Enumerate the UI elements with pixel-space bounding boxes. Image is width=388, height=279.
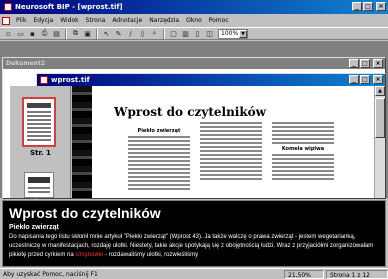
app-title: Neurosoft BIP - [wprost.tif] [15, 3, 123, 11]
page-view[interactable]: Wprost do czytelników Piekło zwierząt Ko… [72, 86, 374, 198]
vertical-scrollbar[interactable]: ▲ [374, 86, 385, 198]
highlighted-word: Ursynowie [75, 252, 104, 258]
menu-adnotacje[interactable]: Adnotacje [111, 17, 143, 24]
document2-maximize-button[interactable]: □ [360, 59, 370, 68]
page-thumbnail-1[interactable] [22, 97, 56, 147]
fit-width-icon[interactable]: ▥ [180, 29, 191, 39]
zoom-region-icon[interactable]: ⌕ [149, 29, 160, 39]
page-heading: Wprost do czytelników [114, 105, 267, 119]
page-column-1: Piekło zwierząt [128, 128, 190, 192]
fit-page-icon[interactable]: ▢ [168, 29, 179, 39]
status-zoom: 21,50% [284, 269, 324, 279]
zoom-value: 100% [221, 29, 239, 37]
menu-edycja[interactable]: Edycja [32, 17, 54, 24]
status-page: Strona 1 z 12 [326, 269, 388, 279]
app-title-bar: Neurosoft BIP - [wprost.tif] _ □ × [0, 0, 388, 14]
highlight-icon[interactable]: ◊ [137, 29, 148, 39]
close-button[interactable]: × [376, 2, 386, 11]
chevron-down-icon[interactable]: ▼ [239, 29, 247, 38]
maximize-button[interactable]: □ [363, 2, 373, 11]
document2-title-bar[interactable]: Dokument2 _ □ × [3, 58, 385, 69]
menu-pomoc[interactable]: Pomoc [208, 17, 230, 24]
page-column-2 [200, 122, 262, 182]
page-thumbnail-2[interactable] [24, 172, 54, 198]
minimize-button[interactable]: _ [352, 2, 362, 11]
column-title: Komela wiplwa [281, 146, 325, 152]
wprost-minimize-button[interactable]: _ [349, 75, 359, 84]
thumbnail-label: Str. 1 [30, 149, 51, 157]
single-page-icon[interactable]: ▯ [192, 29, 203, 39]
paste-icon[interactable]: ▣ [82, 29, 93, 39]
wprost-title: wprost.tif [51, 76, 90, 84]
open-icon[interactable]: ▭ [15, 29, 26, 39]
menu-plik[interactable]: Plik [15, 17, 27, 24]
menu-okno[interactable]: Okno [185, 17, 203, 24]
status-hint: Aby uzyskać Pomoc, naciśnij F1 [3, 270, 98, 278]
document2-minimize-button[interactable]: _ [349, 59, 359, 68]
document-icon [40, 76, 48, 84]
wprost-maximize-button[interactable]: □ [360, 75, 370, 84]
menu-widok[interactable]: Widok [59, 17, 79, 24]
save-icon[interactable]: ▪ [27, 29, 38, 39]
text-body: Do napisania tego listu skłonił mnie art… [9, 233, 379, 260]
thumbnail-panel: Str. 1 [10, 86, 71, 198]
document-menu-icon[interactable] [2, 16, 10, 25]
wprost-title-bar[interactable]: wprost.tif _ □ × [37, 74, 385, 86]
scanned-image-strip [72, 86, 92, 198]
scrollbar-thumb[interactable] [375, 98, 385, 138]
wprost-close-button[interactable]: × [373, 75, 383, 84]
menu-narzedzia[interactable]: Narzędzia [148, 17, 180, 24]
toolbar: ▫ ▭ ▪ ⎙ ▤ ⧉ ▣ ↖ ✎ ∕ ◊ ⌕ ▢ ▥ ▯ ◫ 100% ▼ [0, 27, 388, 40]
two-page-icon[interactable]: ◫ [204, 29, 215, 39]
pen-icon[interactable]: ✎ [113, 29, 124, 39]
scan-icon[interactable]: ▤ [51, 29, 62, 39]
document2-close-button[interactable]: × [373, 59, 383, 68]
menu-strona[interactable]: Strona [85, 17, 107, 24]
new-icon[interactable]: ▫ [3, 29, 14, 39]
scroll-up-icon[interactable]: ▲ [375, 86, 385, 96]
zoom-select[interactable]: 100% ▼ [218, 28, 248, 39]
menu-bar: Plik Edycja Widok Strona Adnotacje Narzę… [0, 15, 388, 26]
ocr-text-panel[interactable]: Wprost do czytelników Piekło zwierząt Do… [2, 200, 386, 267]
status-bar: Aby uzyskać Pomoc, naciśnij F1 21,50% St… [0, 268, 388, 279]
toolbar-separator [65, 28, 67, 39]
text-subheading: Piekło zwierząt [9, 224, 59, 231]
print-icon[interactable]: ⎙ [39, 29, 50, 39]
document2-title: Dokument2 [6, 60, 45, 67]
toolbar-separator [163, 28, 165, 39]
app-icon[interactable] [4, 3, 12, 11]
page-column-3: Komela wiplwa [272, 122, 334, 182]
toolbar-separator [96, 28, 98, 39]
select-icon[interactable]: ↖ [101, 29, 112, 39]
text-body-part-2: - rozdawaliśmy ulotki, rozwieśliśmy [103, 252, 199, 258]
text-heading: Wprost do czytelników [9, 205, 161, 221]
column-title: Piekło zwierząt [137, 128, 181, 134]
copy-icon[interactable]: ⧉ [70, 29, 81, 39]
line-icon[interactable]: ∕ [125, 29, 136, 39]
